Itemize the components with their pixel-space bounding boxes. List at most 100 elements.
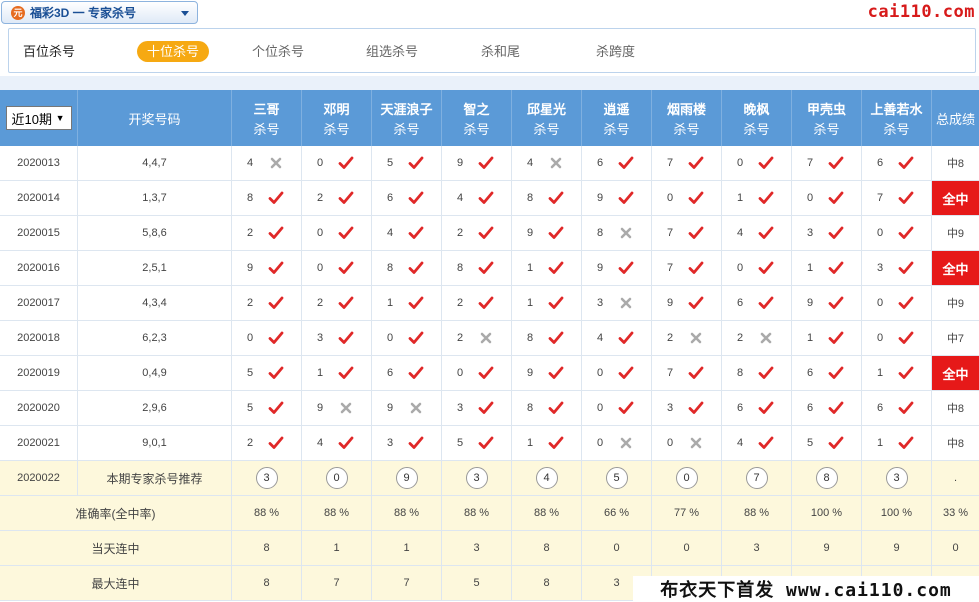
check-icon <box>688 225 704 241</box>
expert-col-header: 三哥 杀号 <box>232 90 302 146</box>
pick-digit: 1 <box>876 367 884 379</box>
check-icon <box>268 190 284 206</box>
expert-pick-cell: 7 <box>652 216 722 250</box>
total-col-header: 总成绩 <box>932 90 979 146</box>
expert-pick-cell: 9 <box>302 391 372 425</box>
tab-span-kill[interactable]: 杀跨度 <box>596 41 635 62</box>
expert-name[interactable]: 三哥 <box>253 99 279 118</box>
recommend-number[interactable]: 3 <box>885 467 908 489</box>
today-streak-value: 8 <box>232 531 302 565</box>
recommend-number[interactable]: 7 <box>745 467 768 489</box>
lottery-select-label: 福彩3D 一 专家杀号 <box>30 6 137 20</box>
tab-tens-kill[interactable]: 十位杀号 <box>137 41 210 62</box>
check-icon <box>478 225 494 241</box>
pick-digit: 9 <box>526 367 534 379</box>
period-select[interactable]: 近10期 ▼ <box>5 106 72 130</box>
check-icon <box>478 400 494 416</box>
expert-pick-cell: 0 <box>582 426 652 460</box>
recommend-cell: 3 <box>232 461 302 495</box>
site-logo[interactable]: cai110.com <box>868 2 975 22</box>
check-icon <box>758 400 774 416</box>
recommend-number[interactable]: 3 <box>255 467 278 489</box>
expert-pick-cell: 3 <box>302 321 372 355</box>
draw-col-header: 开奖号码 <box>78 90 232 146</box>
check-icon <box>898 225 914 241</box>
lottery-select[interactable]: 元 福彩3D 一 专家杀号 <box>1 1 198 24</box>
expert-name[interactable]: 邱星光 <box>527 99 566 118</box>
check-icon <box>758 435 774 451</box>
tab-hundreds-kill[interactable]: 百位杀号 <box>23 41 75 62</box>
recommend-number[interactable]: 3 <box>465 467 488 489</box>
total-result-cell: 中7 <box>946 333 965 345</box>
expert-pick-cell: 4 <box>582 321 652 355</box>
expert-pick-cell: 6 <box>372 181 442 215</box>
pick-digit: 2 <box>666 332 674 344</box>
expert-pick-cell: 0 <box>862 216 932 250</box>
tab-sum-tail-kill[interactable]: 杀和尾 <box>481 41 520 62</box>
check-icon <box>268 365 284 381</box>
total-col-label: 总成绩 <box>935 112 975 127</box>
expert-pick-cell: 3 <box>372 426 442 460</box>
expert-pick-cell: 8 <box>372 251 442 285</box>
total-result-cell: 中9 <box>946 228 965 240</box>
accuracy-value: 88 % <box>512 496 582 530</box>
today-streak-value: 8 <box>512 531 582 565</box>
tab-units-kill[interactable]: 个位杀号 <box>252 41 304 62</box>
recommend-number[interactable]: 4 <box>535 467 558 489</box>
expert-name[interactable]: 上善若水 <box>870 99 922 118</box>
expert-pick-cell: 8 <box>582 216 652 250</box>
pick-digit: 7 <box>666 262 674 274</box>
draw-cell: 5,8,6 <box>78 216 232 250</box>
issue-cell: 2020016 <box>0 251 78 285</box>
expert-name[interactable]: 智之 <box>463 99 489 118</box>
check-icon <box>828 330 844 346</box>
check-icon <box>268 260 284 276</box>
expert-name[interactable]: 邓明 <box>323 99 349 118</box>
check-icon <box>758 295 774 311</box>
recommend-number[interactable]: 9 <box>395 467 418 489</box>
pick-digit: 0 <box>386 332 394 344</box>
recommend-number[interactable]: 5 <box>605 467 628 489</box>
top-bar: 元 福彩3D 一 专家杀号 cai110.com 百位杀号 十位杀号 个位杀号 … <box>0 0 979 80</box>
expert-pick-cell: 9 <box>582 251 652 285</box>
check-icon <box>548 225 564 241</box>
table-row: 2020018 6,2,3 0 3 0 2 8 4 2 2 1 0 中7 <box>0 321 979 356</box>
expert-pick-cell: 7 <box>652 356 722 390</box>
expert-pick-cell: 9 <box>652 286 722 320</box>
check-icon <box>828 225 844 241</box>
pick-digit: 4 <box>456 192 464 204</box>
check-icon <box>898 365 914 381</box>
pick-digit: 3 <box>316 332 324 344</box>
today-streak-value: 1 <box>302 531 372 565</box>
tab-group-kill[interactable]: 组选杀号 <box>366 41 418 62</box>
check-icon <box>688 295 704 311</box>
draw-cell: 6,2,3 <box>78 321 232 355</box>
pick-digit: 6 <box>596 157 604 169</box>
expert-pick-cell: 2 <box>652 321 722 355</box>
recommend-number[interactable]: 0 <box>675 467 698 489</box>
expert-pick-cell: 6 <box>582 146 652 180</box>
expert-pick-cell: 2 <box>442 286 512 320</box>
pick-digit: 1 <box>386 297 394 309</box>
check-icon <box>898 260 914 276</box>
recommend-number[interactable]: 0 <box>325 467 348 489</box>
tab-bar: 百位杀号 十位杀号 个位杀号 组选杀号 杀和尾 杀跨度 <box>8 28 976 73</box>
expert-name[interactable]: 甲壳虫 <box>807 99 846 118</box>
expert-pick-cell: 1 <box>862 356 932 390</box>
pick-digit: 9 <box>246 262 254 274</box>
check-icon <box>898 190 914 206</box>
check-icon <box>268 330 284 346</box>
table-row: 2020015 5,8,6 2 0 4 2 9 8 7 4 3 0 中9 <box>0 216 979 251</box>
expert-name[interactable]: 逍遥 <box>603 99 629 118</box>
expert-name[interactable]: 烟雨楼 <box>667 99 706 118</box>
expert-pick-cell: 8 <box>512 181 582 215</box>
issue-cell: 2020014 <box>0 181 78 215</box>
total-result-cell: 中8 <box>946 403 965 415</box>
check-icon <box>338 260 354 276</box>
expert-name[interactable]: 天涯浪子 <box>380 99 432 118</box>
expert-name[interactable]: 晚枫 <box>743 99 769 118</box>
expert-pick-cell: 1 <box>512 251 582 285</box>
recommend-number[interactable]: 8 <box>815 467 838 489</box>
total-result-cell: 中9 <box>946 298 965 310</box>
draw-cell: 4,4,7 <box>78 146 232 180</box>
